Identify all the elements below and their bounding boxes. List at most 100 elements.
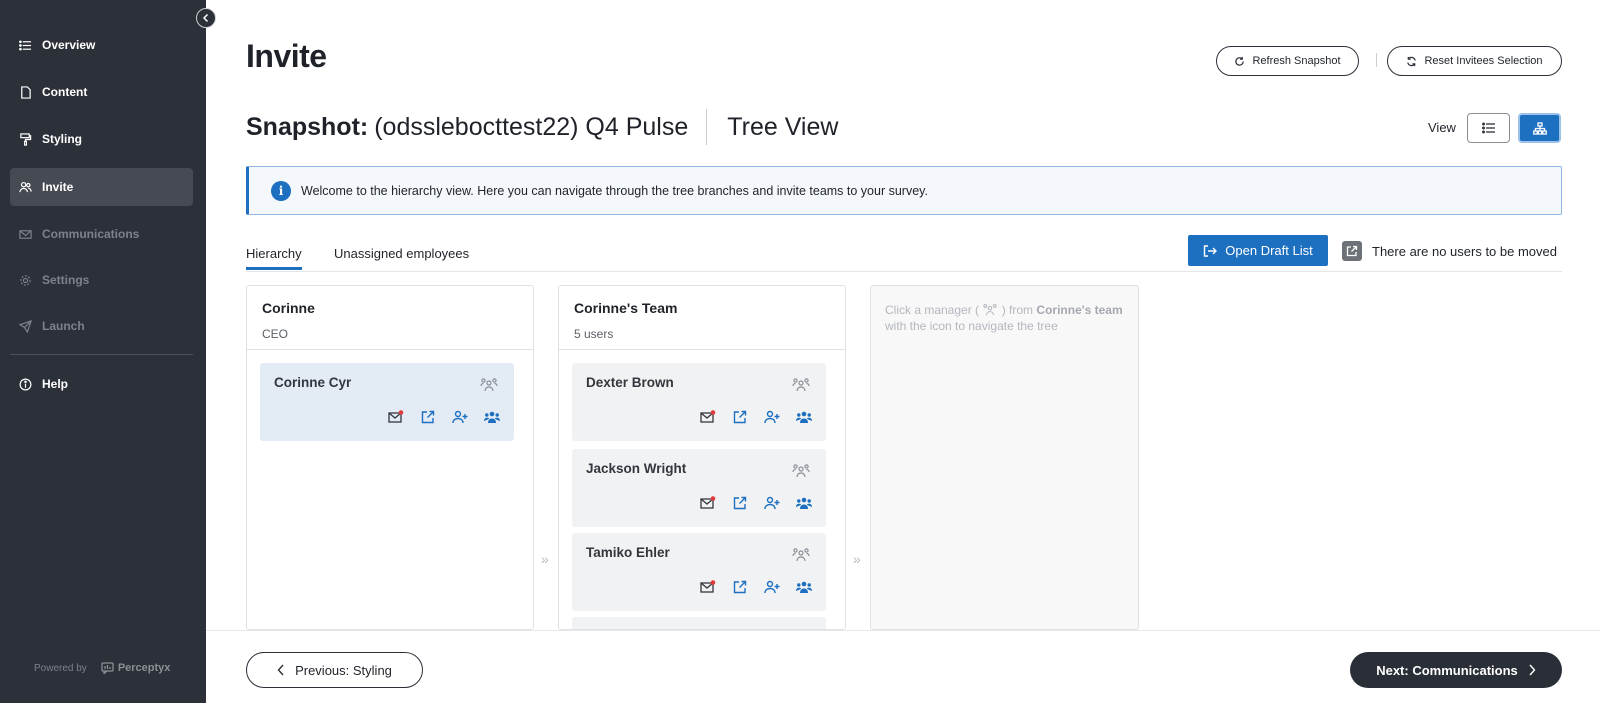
employee-card[interactable]: Dexter Brown bbox=[572, 363, 826, 441]
info-icon: i bbox=[271, 180, 291, 201]
gear-icon bbox=[18, 273, 32, 287]
sidebar-item-label: Overview bbox=[42, 38, 96, 52]
snapshot-label: Snapshot: bbox=[246, 112, 369, 141]
card-actions bbox=[700, 409, 812, 425]
team-icon[interactable] bbox=[792, 463, 810, 483]
sidebar-divider bbox=[10, 354, 193, 355]
add-user-icon[interactable] bbox=[764, 409, 780, 425]
team-icon[interactable] bbox=[792, 547, 810, 567]
hierarchy-column-placeholder: Click a manager ( ) from Corinne's team … bbox=[870, 285, 1139, 630]
header-separator bbox=[1376, 53, 1377, 67]
sidebar-item-styling[interactable]: Styling bbox=[10, 120, 193, 158]
next-communications-button[interactable]: Next: Communications bbox=[1350, 652, 1562, 688]
collapse-sidebar-button[interactable] bbox=[196, 8, 216, 28]
rocket-icon bbox=[18, 319, 32, 333]
card-actions bbox=[700, 495, 812, 511]
refresh-icon bbox=[1235, 56, 1245, 66]
view-name: Tree View bbox=[727, 112, 839, 141]
sidebar-item-invite[interactable]: Invite bbox=[10, 168, 193, 206]
powered-by: Powered by Perceptyx bbox=[34, 662, 170, 674]
sidebar-item-help[interactable]: Help bbox=[10, 365, 193, 403]
page-title: Invite bbox=[246, 38, 327, 74]
info-banner: i Welcome to the hierarchy view. Here yo… bbox=[246, 166, 1562, 215]
invite-team-icon[interactable] bbox=[796, 495, 812, 511]
info-banner-text: Welcome to the hierarchy view. Here you … bbox=[301, 183, 928, 198]
chevron-left-icon bbox=[277, 664, 284, 676]
open-draft-list-button[interactable]: Open Draft List bbox=[1188, 235, 1328, 266]
external-link-icon[interactable] bbox=[732, 495, 748, 511]
column-title: Corinne bbox=[262, 300, 315, 316]
column-header: Corinne CEO bbox=[247, 286, 533, 350]
card-actions bbox=[700, 579, 812, 595]
sidebar-item-communications[interactable]: Communications bbox=[10, 215, 193, 253]
sync-icon bbox=[1407, 56, 1417, 66]
invite-team-icon[interactable] bbox=[484, 409, 500, 425]
hint-text-team: Corinne's team bbox=[1036, 303, 1123, 317]
team-icon[interactable] bbox=[480, 377, 498, 397]
sidebar-item-launch[interactable]: Launch bbox=[10, 307, 193, 345]
column-subtitle: CEO bbox=[262, 327, 289, 341]
brand-name: Perceptyx bbox=[117, 662, 171, 674]
external-link-icon[interactable] bbox=[420, 409, 436, 425]
sidebar-item-label: Settings bbox=[42, 273, 90, 287]
sidebar: Overview Content Styling Invite Communic… bbox=[0, 0, 206, 703]
tab-hierarchy[interactable]: Hierarchy bbox=[246, 246, 302, 270]
add-user-icon[interactable] bbox=[764, 495, 780, 511]
external-link-icon[interactable] bbox=[732, 579, 748, 595]
external-link-icon bbox=[1342, 241, 1362, 261]
team-icon[interactable] bbox=[792, 377, 810, 397]
chevron-left-icon bbox=[202, 13, 209, 23]
hint-text-suffix: with the icon to navigate the tree bbox=[885, 319, 1058, 333]
hierarchy-column-manager: Corinne CEO Corinne Cyr bbox=[246, 285, 534, 630]
sidebar-item-label: Styling bbox=[42, 132, 83, 146]
sidebar-item-label: Communications bbox=[42, 227, 140, 241]
sidebar-item-label: Content bbox=[42, 85, 88, 99]
reset-invitees-button[interactable]: Reset Invitees Selection bbox=[1387, 46, 1562, 76]
add-user-icon[interactable] bbox=[452, 409, 468, 425]
sidebar-item-settings[interactable]: Settings bbox=[10, 261, 193, 299]
column-separator-arrow: » bbox=[853, 551, 861, 567]
invite-mail-icon[interactable] bbox=[700, 495, 716, 511]
powered-by-text: Powered by bbox=[34, 662, 87, 674]
employee-name: Dexter Brown bbox=[586, 375, 674, 390]
sidebar-item-overview[interactable]: Overview bbox=[10, 26, 193, 64]
users-icon bbox=[18, 180, 32, 194]
perceptyx-logo-icon bbox=[101, 662, 114, 674]
document-icon bbox=[18, 85, 32, 99]
view-label: View bbox=[1428, 120, 1456, 135]
previous-styling-button[interactable]: Previous: Styling bbox=[246, 652, 423, 688]
column-header: Corinne's Team 5 users bbox=[559, 286, 845, 350]
invite-mail-icon[interactable] bbox=[700, 409, 716, 425]
sidebar-item-content[interactable]: Content bbox=[10, 73, 193, 111]
add-user-icon[interactable] bbox=[764, 579, 780, 595]
employee-card[interactable]: Corinne Cyr bbox=[260, 363, 514, 441]
card-actions bbox=[388, 409, 500, 425]
info-icon bbox=[18, 377, 32, 391]
column-title: Corinne's Team bbox=[574, 300, 678, 316]
navigation-hint: Click a manager ( ) from Corinne's team … bbox=[871, 286, 1138, 350]
snapshot-separator bbox=[706, 109, 708, 145]
employee-card[interactable]: Tamiko Ehler bbox=[572, 533, 826, 611]
employee-card[interactable]: Jackson Wright bbox=[572, 449, 826, 527]
footer: Previous: Styling Next: Communications bbox=[206, 630, 1600, 703]
list-icon bbox=[1481, 122, 1495, 134]
refresh-snapshot-button[interactable]: Refresh Snapshot bbox=[1216, 46, 1359, 76]
employee-card[interactable] bbox=[572, 617, 826, 629]
invite-team-icon[interactable] bbox=[796, 579, 812, 595]
list-icon bbox=[18, 38, 32, 52]
tab-unassigned-employees[interactable]: Unassigned employees bbox=[334, 246, 469, 261]
tree-view-button[interactable] bbox=[1518, 113, 1561, 143]
invite-team-icon[interactable] bbox=[796, 409, 812, 425]
moved-users-text: There are no users to be moved bbox=[1372, 243, 1557, 259]
external-link-icon[interactable] bbox=[732, 409, 748, 425]
sidebar-item-label: Launch bbox=[42, 319, 85, 333]
team-icon bbox=[983, 304, 998, 316]
open-draft-list-label: Open Draft List bbox=[1225, 243, 1313, 258]
employee-name: Corinne Cyr bbox=[274, 375, 352, 390]
column-separator-arrow: » bbox=[541, 551, 549, 567]
moved-users-status: There are no users to be moved bbox=[1342, 241, 1557, 261]
invite-mail-icon[interactable] bbox=[388, 409, 404, 425]
list-view-button[interactable] bbox=[1467, 113, 1510, 143]
refresh-snapshot-label: Refresh Snapshot bbox=[1252, 55, 1341, 67]
invite-mail-icon[interactable] bbox=[700, 579, 716, 595]
